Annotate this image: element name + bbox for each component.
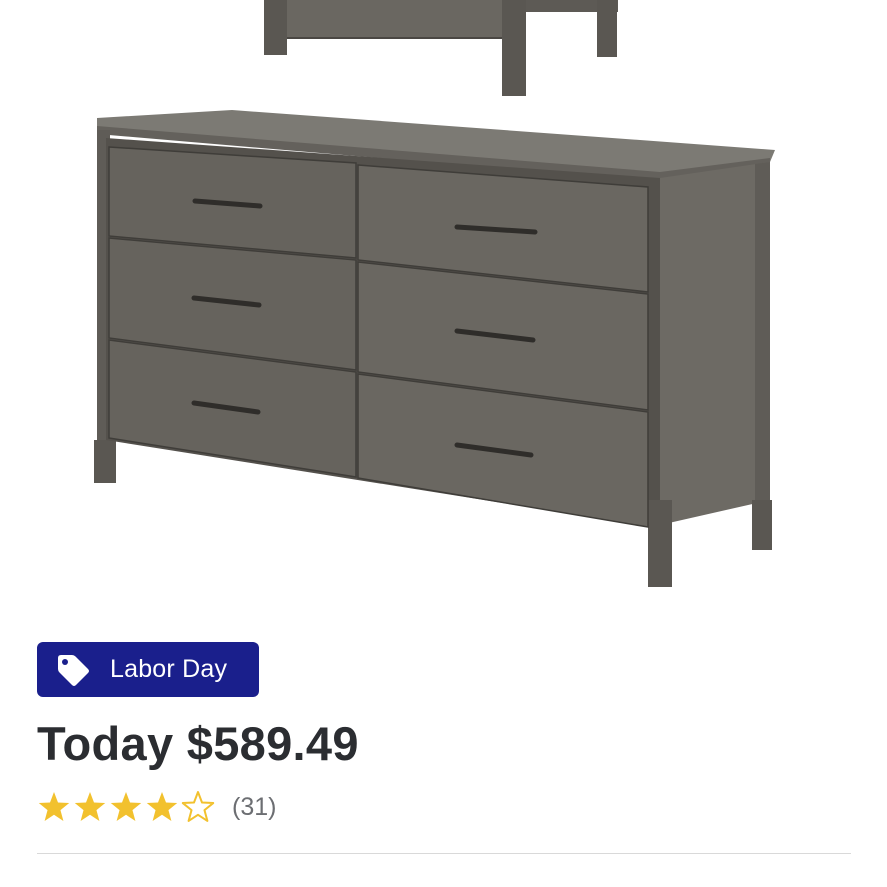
dresser-image <box>94 110 775 587</box>
badge-label: Labor Day <box>110 655 228 683</box>
star-filled-icon <box>110 792 142 821</box>
star-rating <box>36 789 216 825</box>
star-filled-icon <box>146 792 178 821</box>
star-empty-icon <box>181 791 215 822</box>
price-text: Today $589.49 <box>37 717 359 770</box>
star-filled-icon <box>38 792 70 821</box>
review-count[interactable]: (31) <box>232 793 276 822</box>
nightstand-partial-image <box>264 0 618 96</box>
tag-icon <box>58 654 89 686</box>
divider <box>37 853 851 854</box>
rating[interactable]: (31) <box>36 789 276 825</box>
labor-day-badge[interactable]: Labor Day <box>37 642 259 697</box>
star-filled-icon <box>74 792 106 821</box>
product-image[interactable] <box>0 0 887 620</box>
